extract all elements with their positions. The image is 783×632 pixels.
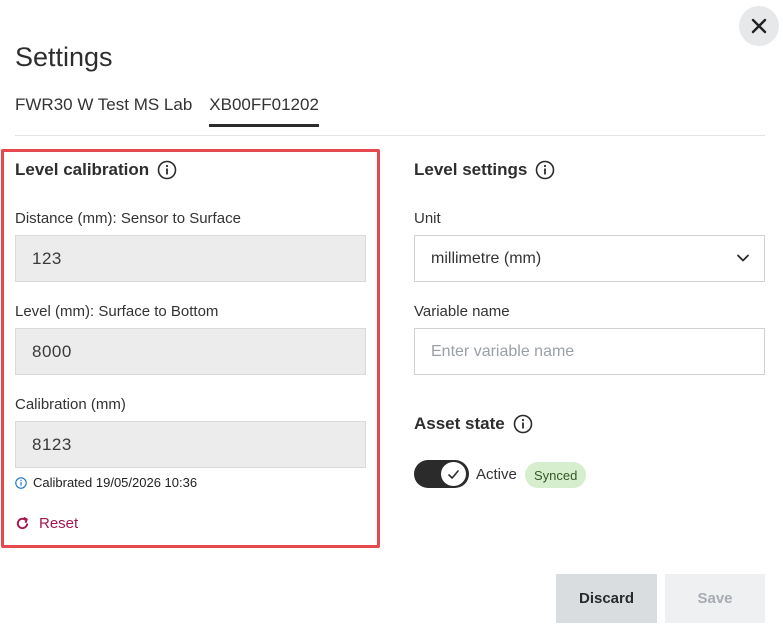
toggle-knob [441, 462, 466, 486]
variable-name-input[interactable]: Enter variable name [414, 328, 765, 375]
chevron-down-icon [737, 254, 749, 262]
asset-state-heading: Asset state [414, 414, 533, 434]
info-icon[interactable] [513, 414, 533, 434]
reset-button[interactable]: Reset [15, 515, 78, 532]
page-title: Settings [15, 42, 113, 72]
calibration-label: Calibration (mm) [15, 396, 126, 413]
tab-bar: FWR30 W Test MS Lab XB00FF01202 [15, 95, 319, 127]
close-icon [751, 18, 767, 34]
calibrated-text: Calibrated 19/05/2026 10:36 [33, 475, 198, 490]
asset-state-title: Asset state [414, 414, 505, 433]
close-button[interactable] [739, 6, 779, 46]
distance-field: 123 [15, 235, 366, 282]
tabs-divider [15, 135, 765, 136]
level-field: 8000 [15, 328, 366, 375]
calibrated-status: Calibrated 19/05/2026 10:36 [15, 475, 197, 490]
tab-fwr30[interactable]: FWR30 W Test MS Lab [15, 95, 192, 127]
level-settings-title: Level settings [414, 160, 528, 179]
toggle-label: Active [476, 466, 517, 483]
tab-xb00ff01202[interactable]: XB00FF01202 [209, 95, 319, 127]
unit-select[interactable]: millimetre (mm) [414, 235, 765, 282]
reset-icon [16, 516, 29, 530]
info-small-icon [15, 476, 27, 489]
calibration-field: 8123 [15, 421, 366, 468]
reset-label: Reset [39, 515, 79, 532]
save-button[interactable]: Save [665, 574, 765, 623]
check-icon [448, 469, 459, 479]
active-toggle[interactable] [414, 460, 469, 488]
level-calibration-title: Level calibration [15, 160, 150, 179]
level-label: Level (mm): Surface to Bottom [15, 303, 219, 320]
level-calibration-heading: Level calibration [15, 160, 177, 180]
level-settings-heading: Level settings [414, 160, 555, 180]
distance-label: Distance (mm): Sensor to Surface [15, 210, 241, 227]
unit-select-value: millimetre (mm) [431, 249, 542, 267]
info-icon[interactable] [157, 160, 177, 180]
variable-name-label: Variable name [414, 303, 510, 320]
discard-button[interactable]: Discard [556, 574, 657, 623]
unit-label: Unit [414, 210, 441, 227]
status-badge: Synced [525, 462, 587, 488]
info-icon[interactable] [535, 160, 555, 180]
